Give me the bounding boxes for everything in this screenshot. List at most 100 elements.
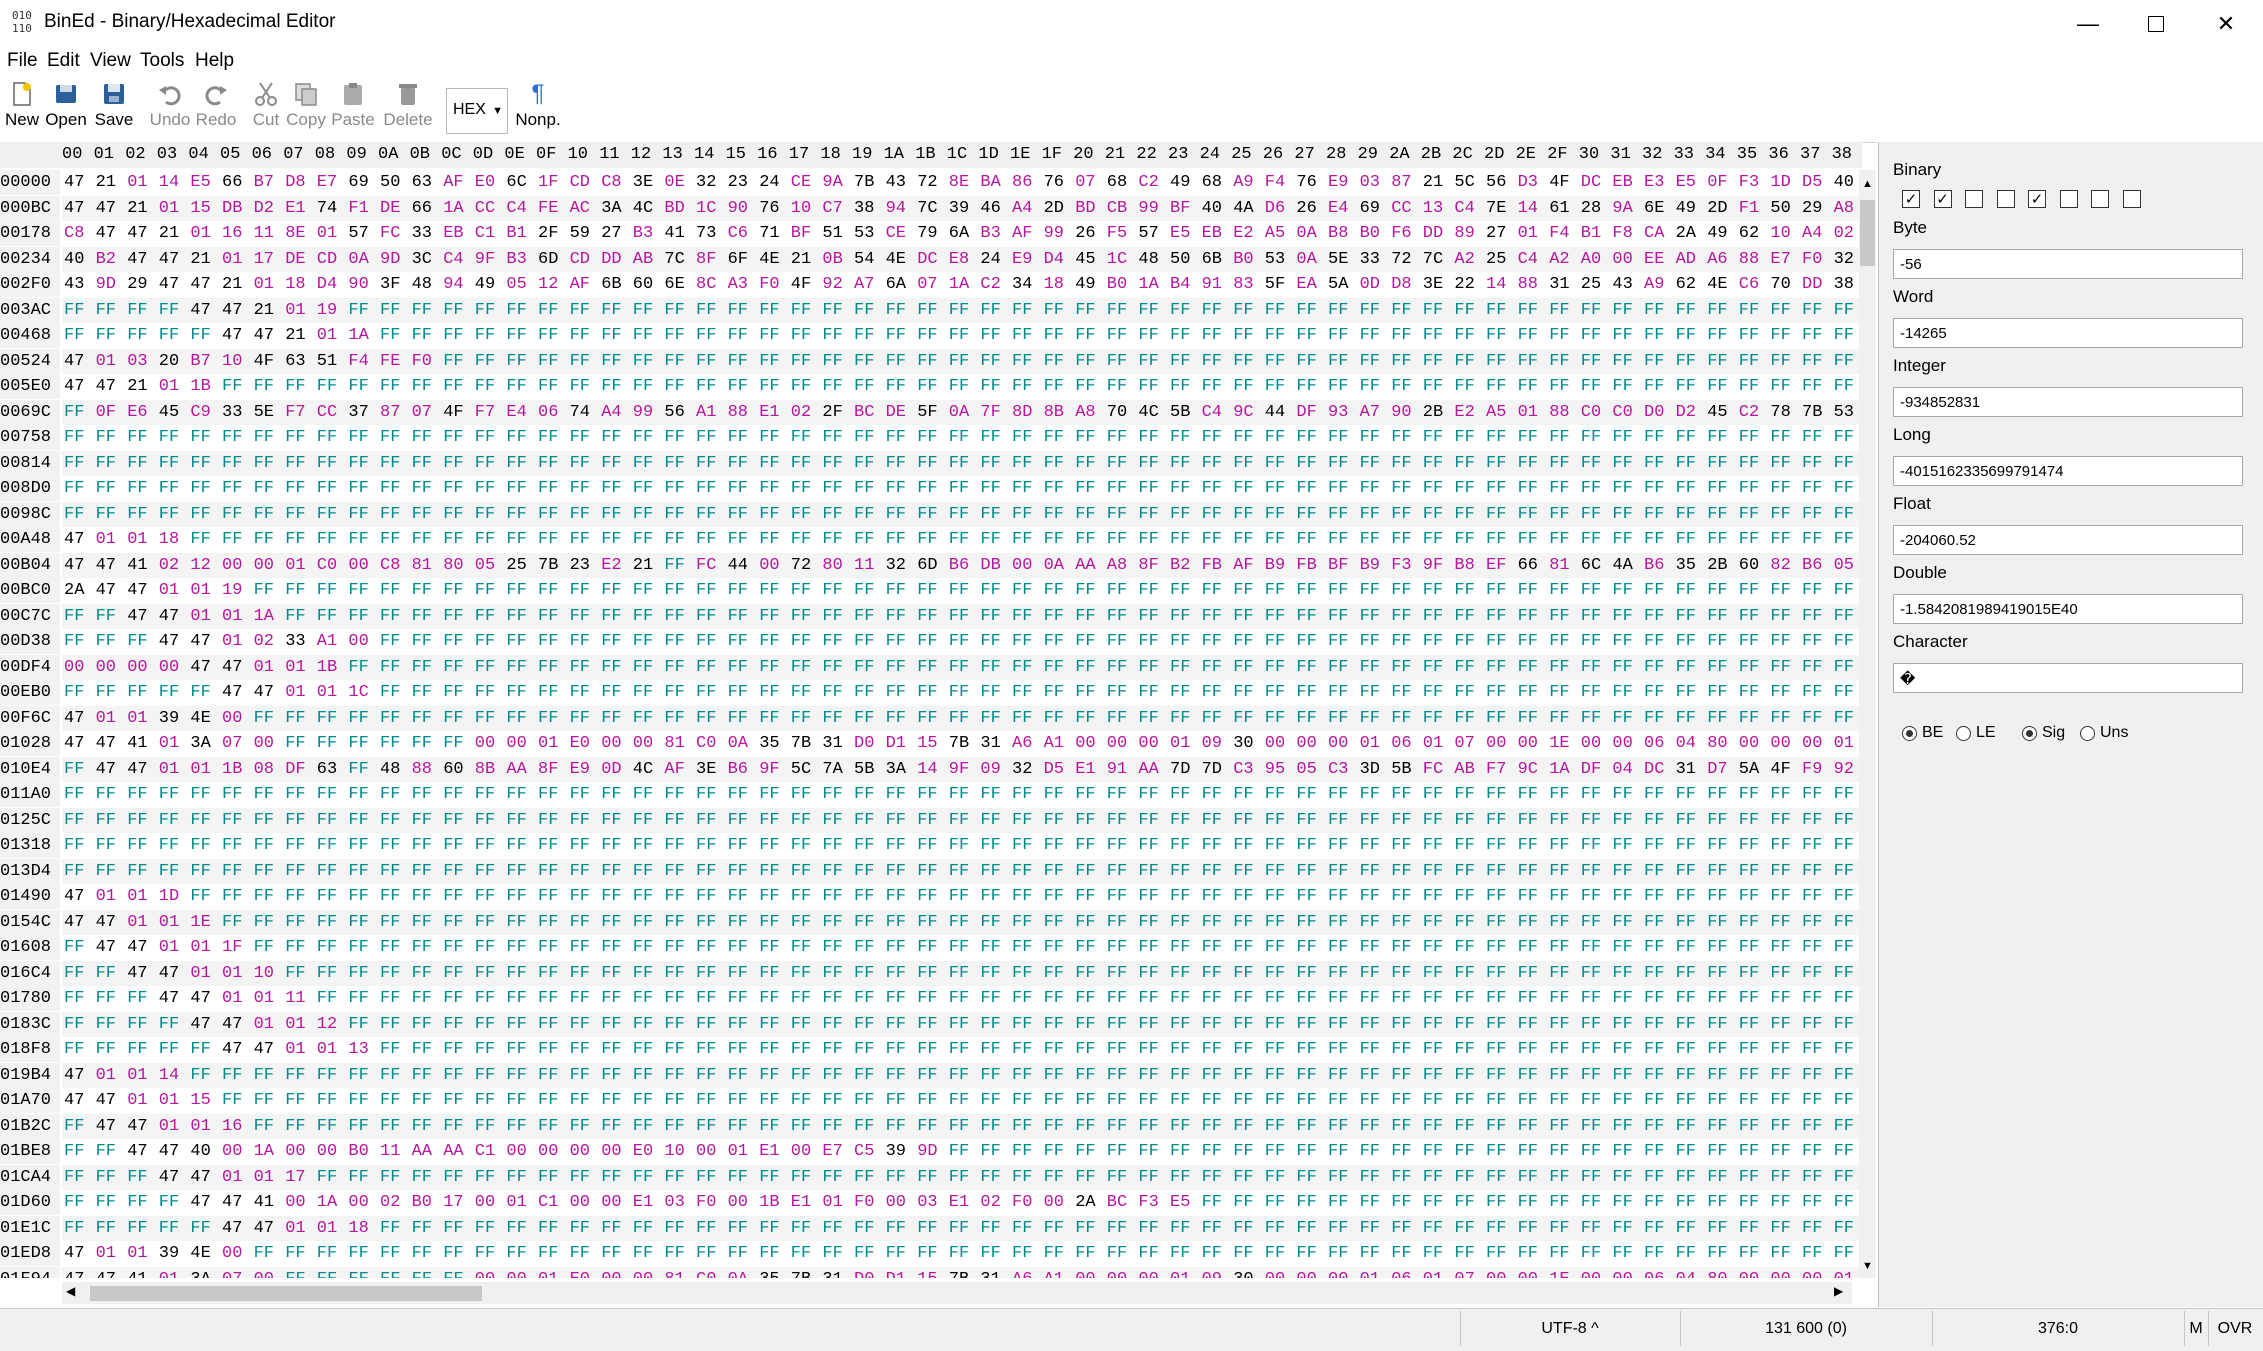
hex-byte[interactable]: FF — [285, 1241, 305, 1266]
hex-byte[interactable]: FF — [1360, 1216, 1380, 1241]
hex-byte[interactable]: 00 — [1107, 1267, 1127, 1279]
hex-byte[interactable]: FF — [1391, 604, 1411, 629]
hex-byte[interactable]: AF — [570, 272, 590, 297]
hex-byte[interactable]: FF — [1391, 425, 1411, 450]
hex-byte[interactable]: 39 — [886, 1139, 906, 1164]
hex-byte[interactable]: FF — [1328, 451, 1348, 476]
hex-byte[interactable]: C0 — [317, 553, 337, 578]
float-field[interactable]: -204060.52 — [1893, 525, 2243, 555]
hex-byte[interactable]: FF — [1581, 680, 1601, 705]
hex-byte[interactable]: FF — [1391, 706, 1411, 731]
hex-byte[interactable]: 01 — [127, 910, 147, 935]
hex-byte[interactable]: FF — [601, 910, 621, 935]
hex-byte[interactable]: B3 — [506, 247, 526, 272]
hex-byte[interactable]: FF — [1549, 910, 1569, 935]
hex-byte[interactable]: FF — [570, 1114, 590, 1139]
hex-byte[interactable]: FF — [1391, 1241, 1411, 1266]
hex-byte[interactable]: 47 — [96, 196, 116, 221]
hex-byte[interactable]: FF — [1360, 1063, 1380, 1088]
hex-byte[interactable]: FF — [1612, 1165, 1632, 1190]
hex-byte[interactable]: FF — [412, 1216, 432, 1241]
hex-byte[interactable]: 04 — [1676, 731, 1696, 756]
hex-byte[interactable]: FF — [1044, 1165, 1064, 1190]
hex-byte[interactable]: FF — [980, 578, 1000, 603]
hex-byte[interactable]: FF — [380, 1037, 400, 1062]
hex-byte[interactable]: 9F — [1423, 553, 1443, 578]
hex-byte[interactable]: FF — [1075, 808, 1095, 833]
hex-byte[interactable]: FF — [1423, 935, 1443, 960]
hex-byte[interactable]: FF — [1770, 578, 1790, 603]
hex-byte[interactable]: FF — [1518, 1139, 1538, 1164]
hex-byte[interactable]: FF — [1707, 833, 1727, 858]
hex-byte[interactable]: FF — [64, 833, 84, 858]
hex-byte[interactable]: FF — [1391, 1012, 1411, 1037]
hex-byte[interactable]: FF — [791, 782, 811, 807]
hex-byte[interactable]: FF — [1581, 1190, 1601, 1215]
hex-byte[interactable]: FF — [64, 808, 84, 833]
hex-byte[interactable]: 01 — [159, 578, 179, 603]
hex-byte[interactable]: FF — [1518, 935, 1538, 960]
hex-byte[interactable]: 12 — [190, 553, 210, 578]
hex-byte[interactable]: 01 — [96, 527, 116, 552]
hex-byte[interactable]: 2A — [1676, 221, 1696, 246]
hex-byte[interactable]: FF — [380, 1267, 400, 1279]
hex-byte[interactable]: 74 — [570, 400, 590, 425]
hex-byte[interactable]: FF — [1170, 1088, 1190, 1113]
hex-byte[interactable]: FF — [285, 1063, 305, 1088]
hex-byte[interactable]: FF — [1549, 1241, 1569, 1266]
hex-byte[interactable]: FF — [348, 1063, 368, 1088]
hex-byte[interactable]: FF — [443, 527, 463, 552]
hex-byte[interactable]: FF — [1360, 833, 1380, 858]
hex-byte[interactable]: FF — [380, 655, 400, 680]
hex-byte[interactable]: 21 — [159, 221, 179, 246]
hex-byte[interactable]: FF — [570, 833, 590, 858]
hex-byte[interactable]: 43 — [64, 272, 84, 297]
hex-byte[interactable]: FF — [1486, 323, 1506, 348]
hex-byte[interactable]: FF — [917, 782, 937, 807]
hex-byte[interactable]: 11 — [285, 986, 305, 1011]
hex-byte[interactable]: EB — [1612, 170, 1632, 195]
hex-byte[interactable]: 35 — [759, 731, 779, 756]
hex-byte[interactable]: FF — [791, 527, 811, 552]
hex-byte[interactable]: FF — [633, 833, 653, 858]
hex-byte[interactable]: 81 — [412, 553, 432, 578]
hex-byte[interactable]: 47 — [64, 170, 84, 195]
hex-byte[interactable]: FF — [1549, 986, 1569, 1011]
hex-byte[interactable]: FF — [380, 961, 400, 986]
hex-byte[interactable]: FF — [1138, 859, 1158, 884]
hex-byte[interactable]: FF — [759, 323, 779, 348]
hex-byte[interactable]: AA — [412, 1139, 432, 1164]
hex-byte[interactable]: FF — [1644, 425, 1664, 450]
hex-byte[interactable]: FF — [506, 782, 526, 807]
hex-byte[interactable]: FB — [1296, 553, 1316, 578]
hex-byte[interactable]: FF — [822, 1114, 842, 1139]
hex-byte[interactable]: FF — [664, 859, 684, 884]
hex-byte[interactable]: 13 — [1423, 196, 1443, 221]
hex-byte[interactable]: FF — [1423, 706, 1443, 731]
hex-byte[interactable]: 03 — [1360, 170, 1380, 195]
hex-byte[interactable]: 47 — [96, 935, 116, 960]
hex-byte[interactable]: FF — [1265, 1114, 1285, 1139]
hex-byte[interactable]: 72 — [791, 553, 811, 578]
hex-byte[interactable]: FF — [1802, 502, 1822, 527]
hex-byte[interactable]: 88 — [1518, 272, 1538, 297]
hex-byte[interactable]: FF — [917, 578, 937, 603]
hex-byte[interactable]: FF — [506, 1012, 526, 1037]
hex-byte[interactable]: 1F — [222, 935, 242, 960]
hex-byte[interactable]: FF — [917, 476, 937, 501]
hex-byte[interactable]: F6 — [1391, 221, 1411, 246]
hex-byte[interactable]: FF — [1549, 1063, 1569, 1088]
hex-byte[interactable]: 00 — [1518, 731, 1538, 756]
hex-byte[interactable]: 53 — [1834, 400, 1854, 425]
hex-byte[interactable]: FF — [1739, 1241, 1759, 1266]
hex-byte[interactable]: 08 — [254, 757, 274, 782]
hex-byte[interactable]: FF — [1296, 1063, 1316, 1088]
hex-byte[interactable]: FF — [1202, 1037, 1222, 1062]
hex-byte[interactable]: FF — [696, 527, 716, 552]
hex-byte[interactable]: FF — [1360, 578, 1380, 603]
hex-byte[interactable]: FF — [759, 986, 779, 1011]
hex-byte[interactable]: FF — [1770, 1012, 1790, 1037]
hex-byte[interactable]: 47 — [159, 1165, 179, 1190]
hex-byte[interactable]: FF — [1391, 629, 1411, 654]
hex-byte[interactable]: 88 — [1549, 400, 1569, 425]
